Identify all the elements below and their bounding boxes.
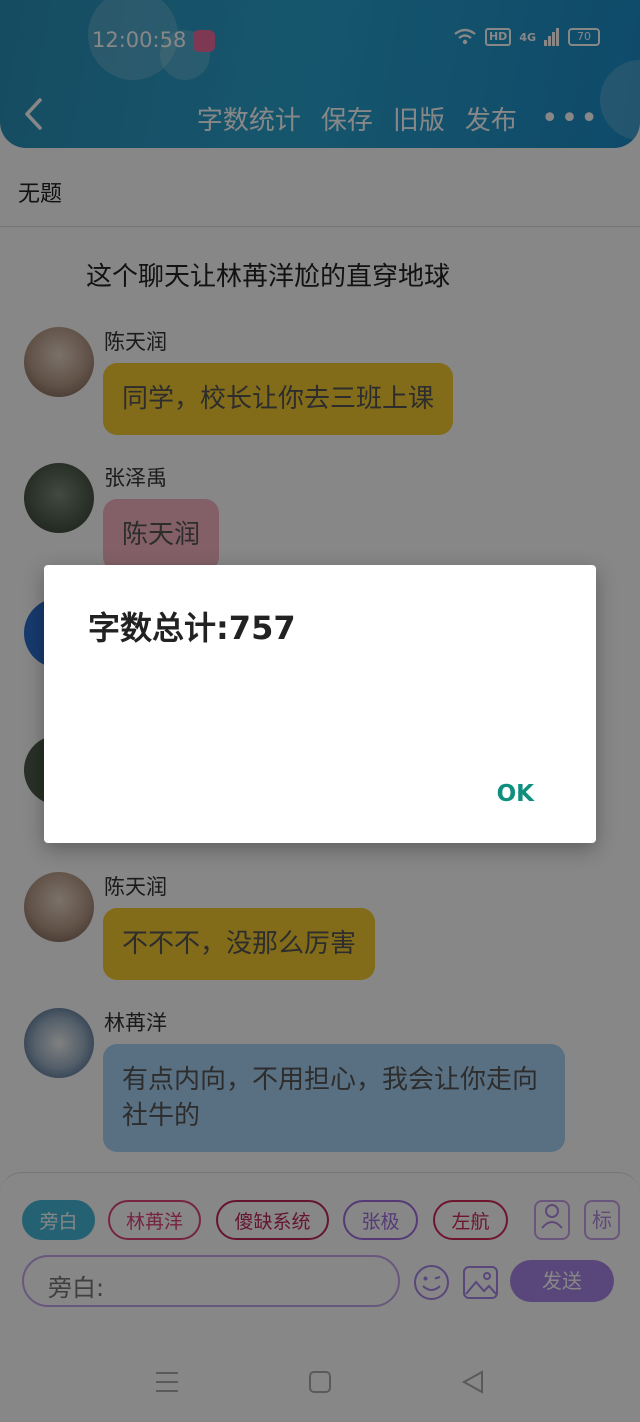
ok-button[interactable]: OK	[497, 781, 534, 807]
dialog-title: 字数总计:757	[88, 609, 296, 647]
word-count-dialog: 字数总计:757 OK	[44, 565, 596, 843]
